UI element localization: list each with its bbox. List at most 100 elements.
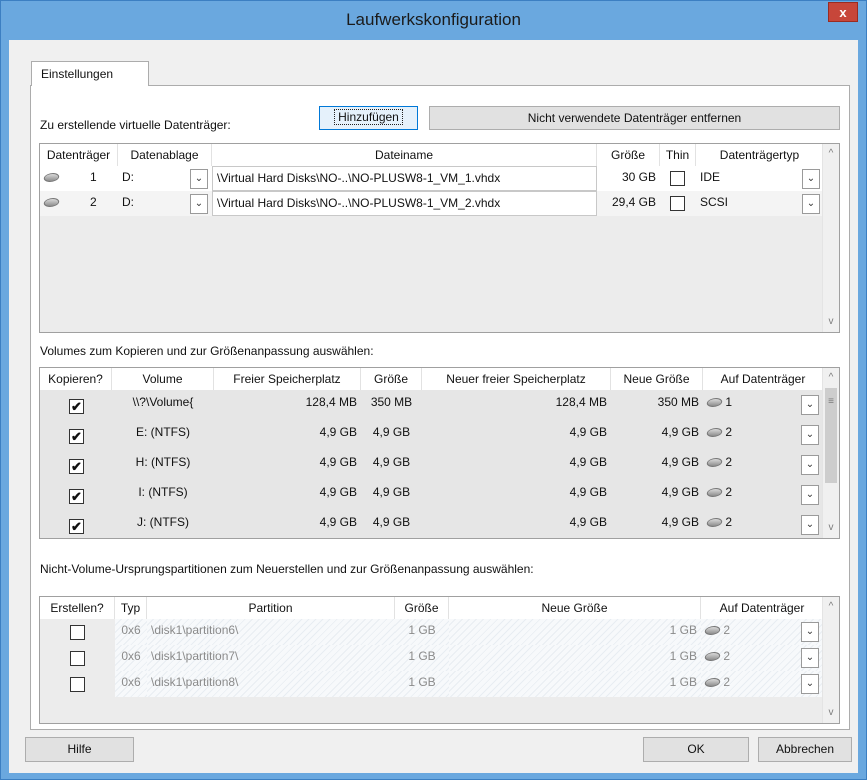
grip-icon: ≡: [828, 396, 834, 407]
scroll-down-icon[interactable]: v: [823, 705, 839, 721]
partitions-header-create[interactable]: Erstellen?: [40, 597, 115, 619]
new-size-input[interactable]: 4,9 GB: [611, 420, 703, 450]
table-row[interactable]: 0x6 \disk1\partition8\ 1 GB 1 GB 2 ⌄: [40, 671, 824, 697]
copy-checkbox[interactable]: ✔: [69, 489, 84, 504]
create-checkbox[interactable]: [70, 677, 85, 692]
volumes-header-new-size[interactable]: Neue Größe: [611, 368, 703, 390]
volume-name: E: (NTFS): [136, 425, 190, 439]
scroll-down-icon[interactable]: v: [823, 520, 839, 536]
volumes-header-volume[interactable]: Volume: [112, 368, 214, 390]
disks-header-store[interactable]: Datenablage: [118, 144, 212, 166]
volumes-header-size[interactable]: Größe: [361, 368, 422, 390]
partitions-header-new-size[interactable]: Neue Größe: [449, 597, 701, 619]
partitions-scrollbar[interactable]: ^ v: [822, 597, 839, 723]
target-disk-dropdown[interactable]: ⌄: [801, 395, 819, 415]
cancel-button[interactable]: Abbrechen: [758, 737, 852, 762]
target-disk-dropdown[interactable]: ⌄: [801, 648, 819, 668]
disks-scrollbar[interactable]: ^ v: [822, 144, 839, 332]
partitions-header-type[interactable]: Typ: [115, 597, 147, 619]
thin-checkbox[interactable]: [670, 171, 685, 186]
help-button[interactable]: Hilfe: [25, 737, 134, 762]
target-disk-value: 2: [725, 485, 733, 499]
scroll-up-icon[interactable]: ^: [823, 370, 839, 386]
disks-header-type[interactable]: Datenträgertyp: [696, 144, 824, 166]
new-size-input[interactable]: 4,9 GB: [611, 450, 703, 480]
table-row[interactable]: ✔ E: (NTFS) 4,9 GB 4,9 GB 4,9 GB 4,9 GB …: [40, 420, 824, 450]
disk-icon-cell: 1: [40, 166, 118, 191]
remove-unused-disks-button[interactable]: Nicht verwendete Datenträger entfernen: [429, 106, 840, 130]
scroll-up-icon[interactable]: ^: [823, 146, 839, 162]
table-row[interactable]: ✔ I: (NTFS) 4,9 GB 4,9 GB 4,9 GB 4,9 GB …: [40, 480, 824, 510]
dialog-client-area: Einstellungen Zu erstellende virtuelle D…: [9, 40, 858, 773]
disks-header-thin[interactable]: Thin: [660, 144, 696, 166]
new-free-space: 4,9 GB: [569, 515, 607, 529]
new-size-input[interactable]: 350 MB: [611, 390, 703, 420]
copy-checkbox[interactable]: ✔: [69, 459, 84, 474]
volumes-header-disk[interactable]: Auf Datenträger: [703, 368, 824, 390]
partition-size: 1 GB: [395, 619, 449, 645]
partition-new-size[interactable]: 1 GB: [449, 645, 701, 671]
add-disk-button-label: Hinzufügen: [334, 109, 403, 125]
copy-checkbox[interactable]: ✔: [69, 519, 84, 534]
disks-header-disk[interactable]: Datenträger: [40, 144, 118, 166]
disks-table[interactable]: Datenträger Datenablage Dateiname Größe …: [39, 143, 840, 333]
ok-button[interactable]: OK: [643, 737, 749, 762]
target-disk-dropdown[interactable]: ⌄: [801, 485, 819, 505]
volume-name: I: (NTFS): [138, 485, 188, 499]
partition-size: 1 GB: [395, 645, 449, 671]
table-row[interactable]: 0x6 \disk1\partition6\ 1 GB 1 GB 2 ⌄: [40, 619, 824, 645]
store-dropdown[interactable]: ⌄: [190, 169, 208, 189]
table-row[interactable]: ✔ \\?\Volume{ 128,4 MB 350 MB 128,4 MB 3…: [40, 390, 824, 420]
partitions-section-label: Nicht-Volume-Ursprungspartitionen zum Ne…: [40, 562, 534, 576]
size-value: 29,4 GB: [611, 195, 656, 209]
target-disk-value: 2: [723, 675, 731, 689]
thin-checkbox[interactable]: [670, 196, 685, 211]
create-checkbox[interactable]: [70, 651, 85, 666]
filename-input[interactable]: \Virtual Hard Disks\NO-..\NO-PLUSW8-1_VM…: [212, 166, 597, 191]
table-row[interactable]: ✔ H: (NTFS) 4,9 GB 4,9 GB 4,9 GB 4,9 GB …: [40, 450, 824, 480]
tab-einstellungen[interactable]: Einstellungen: [31, 61, 149, 86]
volumes-header-copy[interactable]: Kopieren?: [40, 368, 112, 390]
filename-input[interactable]: \Virtual Hard Disks\NO-..\NO-PLUSW8-1_VM…: [212, 191, 597, 216]
type-dropdown[interactable]: ⌄: [802, 194, 820, 214]
table-row[interactable]: ✔ J: (NTFS) 4,9 GB 4,9 GB 4,9 GB 4,9 GB …: [40, 510, 824, 538]
table-row[interactable]: 0x6 \disk1\partition7\ 1 GB 1 GB 2 ⌄: [40, 645, 824, 671]
target-disk-dropdown[interactable]: ⌄: [801, 515, 819, 535]
volume-name: J: (NTFS): [137, 515, 189, 529]
table-row[interactable]: 1 D: ⌄ \Virtual Hard Disks\NO-..\NO-PLUS…: [40, 166, 824, 191]
partitions-table[interactable]: Erstellen? Typ Partition Größe Neue Größ…: [39, 596, 840, 724]
partition-new-size[interactable]: 1 GB: [449, 619, 701, 645]
scroll-down-icon[interactable]: v: [823, 314, 839, 330]
partitions-header-disk[interactable]: Auf Datenträger: [701, 597, 824, 619]
disks-header-size[interactable]: Größe: [597, 144, 660, 166]
store-dropdown[interactable]: ⌄: [190, 194, 208, 214]
partitions-header-size[interactable]: Größe: [395, 597, 449, 619]
target-disk-dropdown[interactable]: ⌄: [801, 455, 819, 475]
create-checkbox[interactable]: [70, 625, 85, 640]
volumes-scrollbar[interactable]: ^ ≡ v: [822, 368, 839, 538]
disk-icon: [703, 626, 722, 636]
table-row[interactable]: 2 D: ⌄ \Virtual Hard Disks\NO-..\NO-PLUS…: [40, 191, 824, 216]
size-value: 30 GB: [621, 170, 656, 184]
partition-type: 0x6: [115, 645, 147, 671]
type-dropdown[interactable]: ⌄: [802, 169, 820, 189]
disk-icon: [42, 173, 61, 183]
target-disk-dropdown[interactable]: ⌄: [801, 425, 819, 445]
volumes-header-free[interactable]: Freier Speicherplatz: [214, 368, 361, 390]
new-size-input[interactable]: 4,9 GB: [611, 510, 703, 538]
add-disk-button[interactable]: Hinzufügen: [319, 106, 418, 130]
scroll-up-icon[interactable]: ^: [823, 599, 839, 615]
partitions-header-partition[interactable]: Partition: [147, 597, 395, 619]
copy-checkbox[interactable]: ✔: [69, 429, 84, 444]
volumes-header-new-free[interactable]: Neuer freier Speicherplatz: [422, 368, 611, 390]
disk-icon: [42, 198, 61, 208]
target-disk-dropdown[interactable]: ⌄: [801, 674, 819, 694]
target-disk-dropdown[interactable]: ⌄: [801, 622, 819, 642]
partition-type: 0x6: [115, 671, 147, 697]
close-button[interactable]: x: [828, 2, 858, 22]
partition-new-size[interactable]: 1 GB: [449, 671, 701, 697]
new-size-input[interactable]: 4,9 GB: [611, 480, 703, 510]
volumes-table[interactable]: Kopieren? Volume Freier Speicherplatz Gr…: [39, 367, 840, 539]
copy-checkbox[interactable]: ✔: [69, 399, 84, 414]
disks-header-filename[interactable]: Dateiname: [212, 144, 597, 166]
